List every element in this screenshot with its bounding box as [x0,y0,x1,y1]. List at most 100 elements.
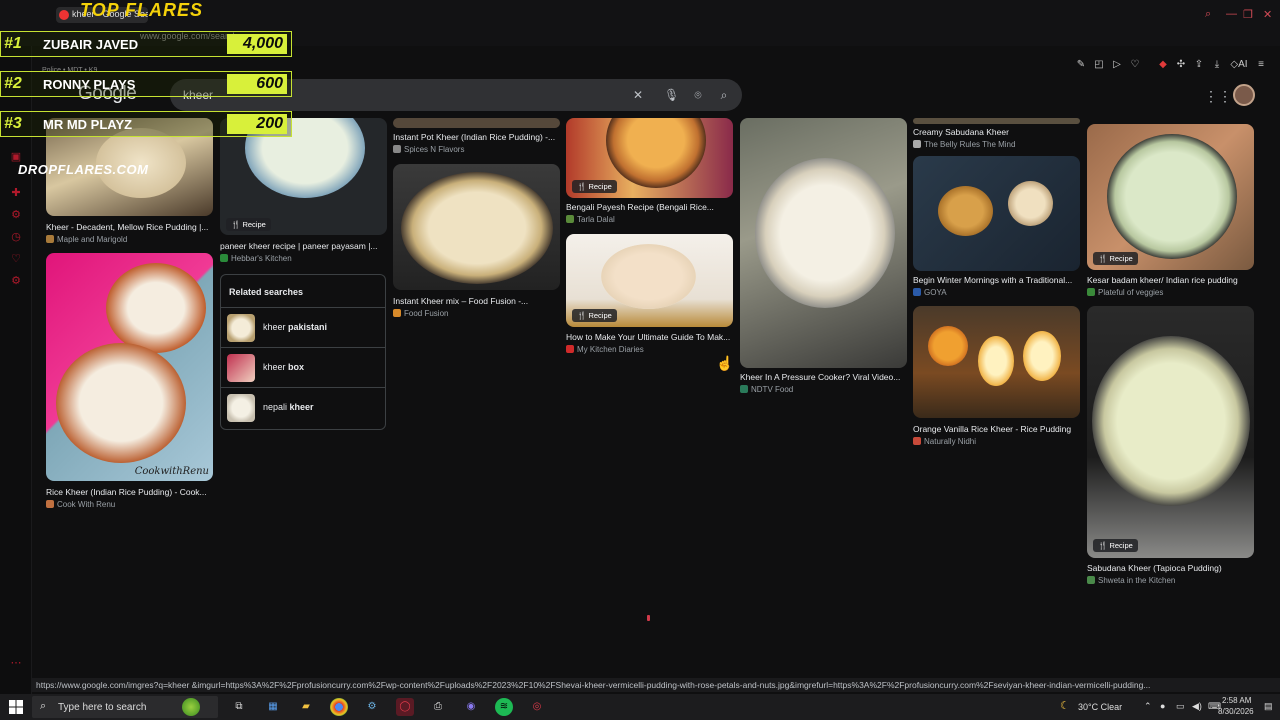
clock-date[interactable]: 8/30/2026 [1218,707,1254,716]
camera-search-icon[interactable]: ⌾ [691,88,705,102]
extensions-puzzle-icon[interactable]: ✣ [1175,59,1187,71]
image-result[interactable]: 🍴 Recipe [566,118,733,198]
maximize-icon[interactable]: ❐ [1243,8,1253,21]
clock-time[interactable]: 2:58 AM [1222,696,1251,705]
result-caption[interactable]: Kheer - Decadent, Mellow Rice Pudding |.… [46,222,216,232]
result-caption[interactable]: How to Make Your Ultimate Guide To Mak..… [566,332,734,342]
image-result[interactable]: 🍴 Recipe [1087,124,1254,270]
result-caption[interactable]: Begin Winter Mornings with a Traditional… [913,275,1081,285]
menu-icon[interactable]: ≡ [1255,59,1267,71]
related-search-label: kheer pakistani [263,322,328,332]
taskbar-search-input[interactable]: ⌕ Type here to search [32,696,218,718]
minimize-icon[interactable]: — [1226,8,1237,20]
avatar[interactable] [1233,84,1255,106]
result-caption[interactable]: paneer kheer recipe | paneer payasam |..… [220,241,390,251]
result-caption[interactable]: Instant Kheer mix – Food Fusion -... [393,296,561,306]
volume-icon[interactable]: ◀) [1192,701,1202,712]
source-name: Food Fusion [404,309,449,318]
calculator-icon[interactable]: ▦ [264,698,282,716]
result-caption[interactable]: Kheer In A Pressure Cooker? Viral Video.… [740,372,908,382]
extensions-icon[interactable]: ♡ [9,252,23,266]
source-favicon-icon [913,288,921,296]
discord-icon[interactable]: ◉ [462,698,480,716]
heart-icon[interactable]: ♡ [1129,59,1141,71]
fork-knife-icon: 🍴 [1098,541,1110,550]
chrome-icon[interactable] [330,698,348,716]
network-icon[interactable]: ▭ [1176,701,1185,712]
microphone-icon[interactable]: 🎙 [664,88,679,102]
search-tabs-icon[interactable]: ⌕ [1205,8,1211,21]
result-source[interactable]: Maple and Marigold [46,235,127,244]
result-source[interactable]: GOYA [913,288,947,297]
image-result[interactable] [913,306,1080,418]
player-icon[interactable]: ▷ [1111,59,1123,71]
steam-icon[interactable]: ⚙ [363,698,381,716]
result-caption[interactable]: Rice Kheer (Indian Rice Pudding) - Cook.… [46,487,216,497]
result-caption[interactable]: Instant Pot Kheer (Indian Rice Pudding) … [393,132,561,142]
microphone-tray-icon[interactable]: ● [1160,701,1165,711]
task-view-icon[interactable]: ⧉ [230,698,248,716]
related-search-item[interactable]: kheer pakistani [221,307,385,347]
related-searches-panel: Related searches kheer pakistani kheer b… [220,274,386,430]
source-favicon-icon [566,345,574,353]
image-result[interactable] [393,164,560,290]
result-source[interactable]: Naturally Nidhi [913,437,976,446]
leader-score: 600 [227,74,287,94]
result-caption[interactable]: Creamy Sabudana Kheer [913,127,1081,137]
search-icon[interactable]: ⌕ [717,88,731,102]
result-source[interactable]: Tarla Dalal [566,215,615,224]
opera-icon[interactable]: ◎ [528,698,546,716]
image-result[interactable]: 🍴 Recipe [1087,306,1254,558]
result-source[interactable]: Hebbar's Kitchen [220,254,292,263]
ai-button[interactable]: ◇AI [1229,59,1249,71]
status-bar-url: https://www.google.com/imgres?q=kheer &i… [32,678,1280,692]
fork-knife-icon: 🍴 [231,220,243,229]
result-source[interactable]: Cook With Renu [46,500,115,509]
vpn-icon[interactable]: ◆ [1157,59,1169,71]
bookmark-icon[interactable]: ✚ [9,186,23,200]
opera-gx-icon[interactable]: ◯ [396,698,414,716]
clear-icon[interactable]: ✕ [631,88,645,102]
share-icon[interactable]: ⇪ [1193,59,1205,71]
result-source[interactable]: Food Fusion [393,309,448,318]
result-source[interactable]: Plateful of veggies [1087,288,1163,297]
windows-start-icon[interactable] [9,700,23,714]
printer-icon[interactable]: ⎙ [429,698,447,716]
result-caption[interactable]: Sabudana Kheer (Tapioca Pudding) [1087,563,1255,573]
image-result[interactable] [913,118,1080,124]
related-search-item[interactable]: nepali kheer [221,387,385,429]
image-result[interactable] [393,118,560,128]
image-result[interactable] [740,118,907,368]
related-search-item[interactable]: kheer box [221,347,385,387]
bowl-image [1092,336,1250,506]
fork-knife-icon: 🍴 [577,311,589,320]
file-explorer-icon[interactable]: ▰ [297,698,315,716]
result-caption[interactable]: Bengali Payesh Recipe (Bengali Rice... [566,202,734,212]
chevron-up-icon[interactable]: ⌃ [1144,701,1152,712]
history-icon[interactable]: ◷ [9,230,23,244]
result-source[interactable]: Spices N Flavors [393,145,464,154]
settings-icon[interactable]: ⚙ [9,208,23,222]
image-result[interactable] [913,156,1080,271]
snapshot-icon[interactable]: ✎ [1075,59,1087,71]
source-favicon-icon [393,309,401,317]
more-icon[interactable]: ⋯ [9,656,23,670]
result-caption[interactable]: Orange Vanilla Rice Kheer - Rice Pudding [913,424,1081,434]
weather-text[interactable]: 30°C Clear [1078,702,1122,712]
image-result[interactable]: 🍴 Recipe [566,234,733,327]
close-icon[interactable]: ✕ [1263,8,1272,21]
screenshot-icon[interactable]: ◰ [1093,59,1105,71]
notification-icon[interactable]: ▤ [1264,701,1273,712]
result-source[interactable]: My Kitchen Diaries [566,345,644,354]
result-source[interactable]: NDTV Food [740,385,793,394]
overlay-title: TOP FLARES [80,0,204,20]
download-icon[interactable]: ⤓ [1211,59,1223,71]
result-caption[interactable]: Kesar badam kheer/ Indian rice pudding [1087,275,1255,285]
spotify-icon[interactable]: ≋ [495,698,513,716]
related-thumbnail [227,314,255,342]
image-result[interactable]: CookwithRenu [46,253,213,481]
gear-icon[interactable]: ⚙ [9,274,23,288]
result-source[interactable]: The Belly Rules The Mind [913,140,1015,149]
google-apps-icon[interactable]: ⋮⋮ [1204,88,1232,105]
result-source[interactable]: Shweta in the Kitchen [1087,576,1175,585]
